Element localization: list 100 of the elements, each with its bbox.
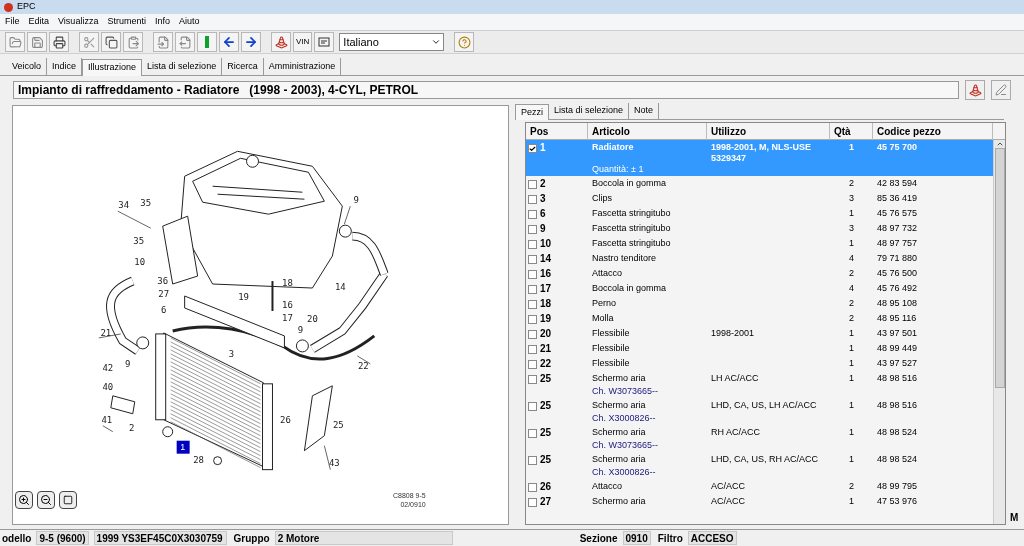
checkbox[interactable] bbox=[528, 225, 537, 234]
bar-icon[interactable] bbox=[197, 32, 217, 52]
edit-icon[interactable] bbox=[991, 80, 1011, 100]
checkbox[interactable] bbox=[528, 300, 537, 309]
table-row[interactable]: 20 Flessibile 1998-2001 1 43 97 501 bbox=[526, 326, 993, 341]
tab[interactable]: Note bbox=[629, 103, 660, 119]
callout-number[interactable]: 21 bbox=[100, 327, 112, 338]
callout-number[interactable]: 3 bbox=[228, 348, 235, 359]
table-row[interactable]: 25 Schermo aria RH AC/ACC 1 48 98 524 Ch. W3073665-- bbox=[526, 425, 993, 452]
menu-item[interactable]: Aiuto bbox=[178, 15, 200, 29]
callout-number[interactable]: 19 bbox=[238, 292, 249, 302]
help-icon[interactable] bbox=[454, 32, 475, 52]
tab[interactable]: Lista di selezione bbox=[549, 103, 630, 119]
menu-item[interactable]: File bbox=[5, 15, 20, 29]
open-icon[interactable] bbox=[5, 32, 25, 52]
copy-icon[interactable] bbox=[101, 32, 121, 52]
table-row[interactable]: 18 Perno 2 48 95 108 bbox=[526, 296, 993, 311]
table-row[interactable]: 2 Boccola in gomma 2 42 83 594 bbox=[526, 176, 993, 191]
menu-item[interactable]: Visualizza bbox=[58, 15, 99, 29]
tab[interactable]: Veicolo bbox=[7, 58, 48, 75]
checkbox[interactable] bbox=[528, 402, 537, 411]
callout-number[interactable]: 9 bbox=[297, 324, 304, 335]
scroll-up-icon[interactable] bbox=[995, 140, 1004, 148]
callout-number[interactable]: 18 bbox=[282, 278, 293, 289]
callout-number[interactable]: 6 bbox=[161, 304, 167, 315]
checkbox[interactable] bbox=[528, 429, 537, 438]
callout-number[interactable]: 40 bbox=[102, 381, 114, 392]
table-row[interactable]: 6 Fascetta stringitubo 1 45 76 575 bbox=[526, 206, 993, 221]
table-row[interactable]: 26 Attacco AC/ACC 2 48 99 795 bbox=[526, 479, 993, 494]
checkbox[interactable] bbox=[528, 210, 537, 219]
menu-item[interactable]: Strumenti bbox=[107, 15, 146, 29]
scrollbar[interactable] bbox=[993, 140, 1005, 524]
checkbox[interactable] bbox=[528, 483, 537, 492]
document-out-icon[interactable] bbox=[175, 32, 195, 52]
tab[interactable]: Illustrazione bbox=[82, 59, 143, 76]
callout-number[interactable]: 28 bbox=[193, 454, 205, 465]
callout-number[interactable]: 9 bbox=[353, 195, 359, 206]
callout-number[interactable]: 42 bbox=[102, 362, 114, 373]
checkbox[interactable] bbox=[528, 360, 537, 369]
table-row[interactable]: 21 Flessibile 1 48 99 449 bbox=[526, 341, 993, 356]
callout-number[interactable]: 2 bbox=[129, 422, 135, 433]
table-row[interactable]: 25 Schermo aria LHD, CA, US, LH AC/ACC 1 48 98 516 Ch. X3000826-- bbox=[526, 398, 993, 425]
checkbox[interactable] bbox=[528, 315, 537, 324]
callout-number[interactable]: 25 bbox=[332, 419, 344, 430]
fit-view-button[interactable] bbox=[59, 491, 77, 509]
callout-number[interactable]: 36 bbox=[157, 276, 169, 287]
tab[interactable]: Amministrazione bbox=[263, 58, 342, 75]
tab[interactable]: Ricerca bbox=[222, 58, 264, 75]
table-row[interactable]: 3 Clips 3 85 36 419 bbox=[526, 191, 993, 206]
checkbox[interactable] bbox=[528, 180, 537, 189]
menu-item[interactable]: Info bbox=[154, 15, 170, 29]
table-row[interactable]: 22 Flessibile 1 43 97 527 bbox=[526, 356, 993, 371]
callout-number[interactable]: 26 bbox=[280, 414, 291, 425]
menu-item[interactable]: Edita bbox=[28, 15, 50, 29]
callout-number[interactable]: 22 bbox=[357, 360, 369, 371]
table-row[interactable]: 16 Attacco 2 45 76 500 bbox=[526, 266, 993, 281]
checkbox[interactable] bbox=[528, 345, 537, 354]
save-icon[interactable] bbox=[27, 32, 47, 52]
callout-number[interactable]: 10 bbox=[134, 257, 146, 268]
checkbox[interactable] bbox=[528, 330, 537, 339]
checkbox[interactable] bbox=[528, 498, 537, 507]
zoom-out-button[interactable] bbox=[37, 491, 55, 509]
tag-icon[interactable] bbox=[314, 32, 335, 52]
language-dropdown[interactable]: Italiano bbox=[339, 33, 445, 51]
callout-number[interactable]: 34 bbox=[118, 200, 130, 211]
checkbox[interactable] bbox=[528, 240, 537, 249]
checkbox[interactable] bbox=[528, 285, 537, 294]
callout-number[interactable]: 41 bbox=[101, 414, 113, 425]
checkbox[interactable] bbox=[528, 144, 537, 153]
callout-number[interactable]: 16 bbox=[282, 300, 293, 310]
cut-icon[interactable] bbox=[79, 32, 99, 52]
table-row[interactable]: 10 Fascetta stringitubo 1 48 97 757 bbox=[526, 236, 993, 251]
table-row[interactable]: 9 Fascetta stringitubo 3 48 97 732 bbox=[526, 221, 993, 236]
table-row[interactable]: 25 Schermo aria LHD, CA, US, RH AC/ACC 1 48 98 524 Ch. X3000826-- bbox=[526, 452, 993, 479]
checkbox[interactable] bbox=[528, 255, 537, 264]
scroll-thumb[interactable] bbox=[994, 148, 1005, 388]
document-in-icon[interactable] bbox=[153, 32, 173, 52]
table-row[interactable]: 19 Molla 2 48 95 116 bbox=[526, 311, 993, 326]
callout-number[interactable]: 1 bbox=[176, 440, 190, 454]
callout-number[interactable]: 27 bbox=[158, 289, 170, 299]
tab[interactable]: Pezzi bbox=[515, 104, 549, 120]
zoom-in-button[interactable] bbox=[15, 491, 33, 509]
checkbox[interactable] bbox=[528, 195, 537, 204]
table-row[interactable]: 25 Schermo aria LH AC/ACC 1 48 98 516 Ch. W3073665-- bbox=[526, 371, 993, 398]
checkbox[interactable] bbox=[528, 270, 537, 279]
callout-number[interactable]: 35 bbox=[133, 236, 145, 247]
callout-number[interactable]: 43 bbox=[328, 457, 340, 468]
callout-number[interactable]: 35 bbox=[140, 198, 152, 209]
callout-number[interactable]: 9 bbox=[125, 358, 131, 369]
checkbox[interactable] bbox=[528, 375, 537, 384]
vin-button[interactable]: VIN bbox=[293, 32, 313, 52]
table-row[interactable]: 27 Schermo aria AC/ACC 1 47 53 976 bbox=[526, 494, 993, 509]
callout-number[interactable]: 17 bbox=[282, 312, 293, 323]
callout-number[interactable]: 14 bbox=[334, 282, 346, 292]
checkbox[interactable] bbox=[528, 456, 537, 465]
callout-number[interactable]: 20 bbox=[307, 313, 318, 324]
tab[interactable]: Lista di selezione bbox=[142, 58, 223, 75]
table-row[interactable]: 17 Boccola in gomma 4 45 76 492 bbox=[526, 281, 993, 296]
table-row[interactable]: 14 Nastro tenditore 4 79 71 880 bbox=[526, 251, 993, 266]
paste-icon[interactable] bbox=[123, 32, 143, 52]
